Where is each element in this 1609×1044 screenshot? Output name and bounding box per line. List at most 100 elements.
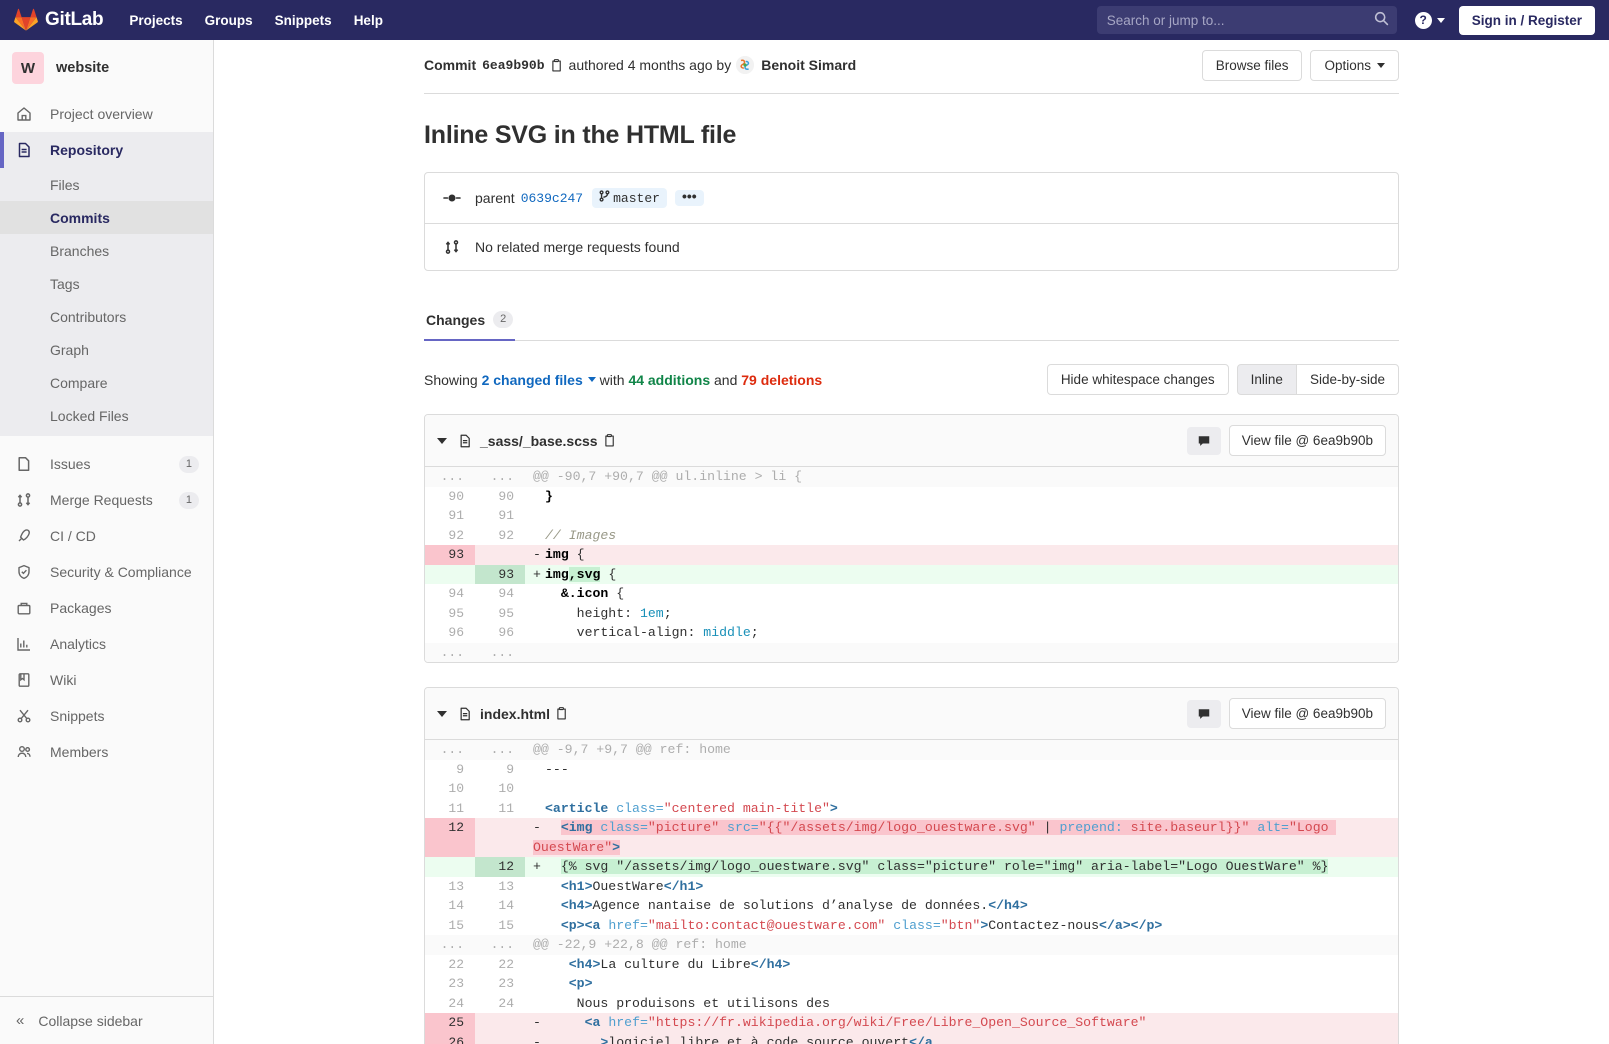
new-line-number[interactable]: 92 xyxy=(475,526,525,546)
sidebar-item-label: Merge Requests xyxy=(50,492,153,508)
copy-sha-icon[interactable] xyxy=(550,58,564,73)
sidebar-item-snippets[interactable]: Snippets xyxy=(0,698,213,734)
old-line-number[interactable]: 12 xyxy=(425,818,475,857)
new-line-number[interactable]: 90 xyxy=(475,487,525,507)
old-line-number[interactable]: 25 xyxy=(425,1013,475,1033)
chart-icon xyxy=(16,636,36,652)
sidebar-item-packages[interactable]: Packages xyxy=(0,590,213,626)
old-line-number[interactable]: 13 xyxy=(425,877,475,897)
nav-link-help[interactable]: Help xyxy=(354,13,383,28)
sign-in-register-button[interactable]: Sign in / Register xyxy=(1459,6,1595,35)
new-line-number[interactable]: 11 xyxy=(475,799,525,819)
sidebar-item-members[interactable]: Members xyxy=(0,734,213,770)
old-line-number[interactable]: 22 xyxy=(425,955,475,975)
new-line-number[interactable]: 96 xyxy=(475,623,525,643)
new-line-number[interactable]: 9 xyxy=(475,760,525,780)
new-line-number[interactable]: 94 xyxy=(475,584,525,604)
sidebar-item-project-overview[interactable]: Project overview xyxy=(0,96,213,132)
sidebar-item-label: Members xyxy=(50,744,108,760)
old-line-number[interactable]: 10 xyxy=(425,779,475,799)
gitlab-logo[interactable]: GitLab xyxy=(14,8,103,32)
sidebar-item-security-compliance[interactable]: Security & Compliance xyxy=(0,554,213,590)
sidebar-item-repository[interactable]: Repository xyxy=(0,132,213,168)
sidebar-item-tags[interactable]: Tags xyxy=(0,267,213,300)
chevron-down-icon[interactable] xyxy=(588,377,596,382)
diff-row-context: 91 91 xyxy=(425,506,1398,526)
options-button[interactable]: Options xyxy=(1310,50,1399,81)
old-line-number[interactable]: 11 xyxy=(425,799,475,819)
chevron-down-icon[interactable] xyxy=(437,438,447,444)
changed-files-dropdown[interactable]: 2 changed files xyxy=(482,372,583,388)
sidebar-item-analytics[interactable]: Analytics xyxy=(0,626,213,662)
new-line-number[interactable]: 23 xyxy=(475,974,525,994)
copy-file-path-icon[interactable] xyxy=(603,433,617,448)
new-line-number[interactable]: 24 xyxy=(475,994,525,1014)
sidebar-item-files[interactable]: Files xyxy=(0,168,213,201)
gitlab-tanuki-icon xyxy=(14,8,38,32)
old-line-number[interactable]: 26 xyxy=(425,1033,475,1044)
new-line-number[interactable]: 15 xyxy=(475,916,525,936)
help-menu-button[interactable]: ? xyxy=(1415,12,1445,29)
old-line-number[interactable]: 14 xyxy=(425,896,475,916)
new-line-number xyxy=(475,818,525,857)
inline-view-button[interactable]: Inline xyxy=(1237,364,1297,395)
hide-whitespace-changes-button[interactable]: Hide whitespace changes xyxy=(1047,364,1229,395)
avatar[interactable] xyxy=(736,56,754,74)
search-input[interactable] xyxy=(1105,12,1370,29)
diff-code-cell: @@ -22,9 +22,8 @@ ref: home xyxy=(525,935,1398,955)
sidebar-item-graph[interactable]: Graph xyxy=(0,333,213,366)
chevron-down-icon[interactable] xyxy=(437,711,447,717)
copy-file-path-icon[interactable] xyxy=(555,706,569,721)
old-line-number[interactable]: 96 xyxy=(425,623,475,643)
old-line-number[interactable]: 15 xyxy=(425,916,475,936)
project-header[interactable]: W website xyxy=(0,40,213,96)
new-line-number[interactable]: 10 xyxy=(475,779,525,799)
old-line-number[interactable]: 90 xyxy=(425,487,475,507)
old-line-number: ... xyxy=(425,740,475,760)
parent-sha-link[interactable]: 0639c247 xyxy=(521,191,583,206)
sidebar-item-wiki[interactable]: Wiki xyxy=(0,662,213,698)
expand-commit-ellipsis-button[interactable]: ••• xyxy=(675,190,704,206)
old-line-number[interactable]: 24 xyxy=(425,994,475,1014)
old-line-number[interactable]: 9 xyxy=(425,760,475,780)
sidebar-item-merge-requests[interactable]: Merge Requests 1 xyxy=(0,482,213,518)
sidebar-item-ci-cd[interactable]: CI / CD xyxy=(0,518,213,554)
old-line-number[interactable]: 94 xyxy=(425,584,475,604)
old-line-number[interactable]: 23 xyxy=(425,974,475,994)
nav-link-snippets[interactable]: Snippets xyxy=(275,13,332,28)
file-path-label[interactable]: index.html xyxy=(480,706,550,722)
old-line-number[interactable]: 91 xyxy=(425,506,475,526)
sidebar-item-branches[interactable]: Branches xyxy=(0,234,213,267)
sidebar-item-issues[interactable]: Issues 1 xyxy=(0,446,213,482)
view-file-button[interactable]: View file @ 6ea9b90b xyxy=(1229,425,1386,456)
nav-link-groups[interactable]: Groups xyxy=(205,13,253,28)
new-line-number[interactable]: 13 xyxy=(475,877,525,897)
new-line-number[interactable]: 22 xyxy=(475,955,525,975)
tab-changes[interactable]: Changes 2 xyxy=(424,299,515,340)
file-path-label[interactable]: _sass/_base.scss xyxy=(480,433,598,449)
search-box[interactable] xyxy=(1097,6,1397,34)
new-line-number[interactable]: 12 xyxy=(475,857,525,877)
browse-files-button[interactable]: Browse files xyxy=(1202,50,1303,81)
sidebar-item-commits[interactable]: Commits xyxy=(0,201,213,234)
sidebar-item-locked-files[interactable]: Locked Files xyxy=(0,399,213,432)
new-line-number[interactable]: 93 xyxy=(475,565,525,585)
add-comment-button[interactable] xyxy=(1187,427,1221,455)
side-by-side-view-button[interactable]: Side-by-side xyxy=(1297,364,1399,395)
new-line-number[interactable]: 95 xyxy=(475,604,525,624)
sidebar-item-label: Repository xyxy=(50,142,123,158)
old-line-number[interactable]: 93 xyxy=(425,545,475,565)
collapse-sidebar-button[interactable]: « Collapse sidebar xyxy=(0,996,213,1044)
old-line-number[interactable]: 95 xyxy=(425,604,475,624)
old-line-number[interactable]: 92 xyxy=(425,526,475,546)
new-line-number[interactable]: 14 xyxy=(475,896,525,916)
sidebar-item-contributors[interactable]: Contributors xyxy=(0,300,213,333)
commit-author-name[interactable]: Benoit Simard xyxy=(761,57,856,73)
sidebar-item-compare[interactable]: Compare xyxy=(0,366,213,399)
view-file-button[interactable]: View file @ 6ea9b90b xyxy=(1229,698,1386,729)
branch-chip[interactable]: master xyxy=(592,188,667,208)
add-comment-button[interactable] xyxy=(1187,700,1221,728)
nav-link-projects[interactable]: Projects xyxy=(129,13,182,28)
tab-changes-count: 2 xyxy=(493,311,513,328)
new-line-number[interactable]: 91 xyxy=(475,506,525,526)
